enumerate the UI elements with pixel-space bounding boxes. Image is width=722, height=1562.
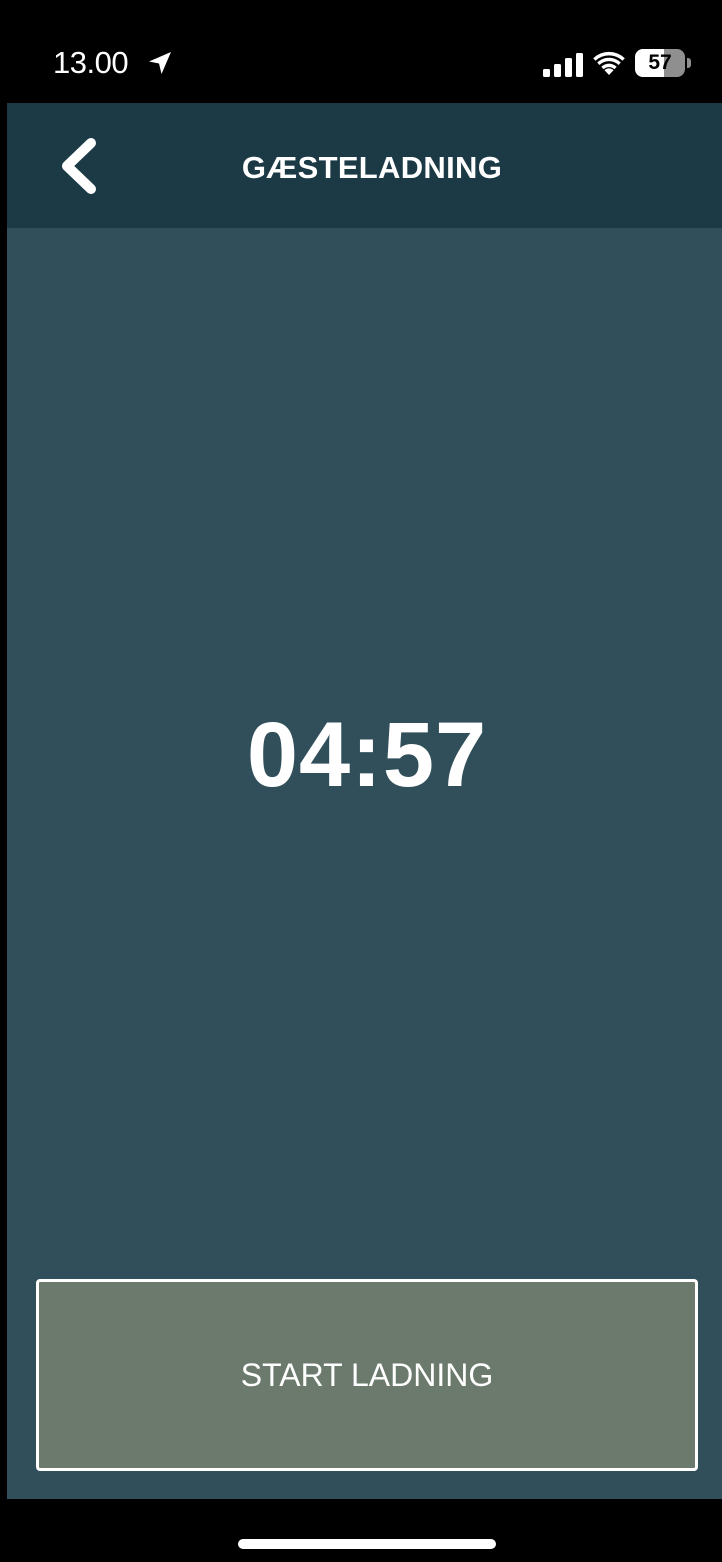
home-indicator-area xyxy=(7,1499,722,1562)
battery-nub xyxy=(687,58,691,68)
main-content: 04:57 START LADNING xyxy=(7,228,722,1499)
status-bar: 13.00 57 xyxy=(7,7,722,103)
status-time: 13.00 xyxy=(53,45,129,80)
chevron-left-icon xyxy=(62,138,96,194)
page-title: GÆSTELADNING xyxy=(241,150,503,185)
battery-body: 57 xyxy=(635,49,685,77)
countdown-timer: 04:57 xyxy=(246,704,488,806)
start-charging-button[interactable]: START LADNING xyxy=(36,1279,698,1471)
location-arrow-icon xyxy=(149,52,171,74)
wifi-icon xyxy=(593,51,625,75)
phone-screen: 13.00 57 GÆSTELADNING 04:57 START LADNIN… xyxy=(7,7,722,1562)
home-indicator[interactable] xyxy=(238,1539,496,1549)
battery-icon: 57 xyxy=(635,49,691,77)
cellular-signal-icon xyxy=(543,53,583,77)
navigation-bar: GÆSTELADNING xyxy=(7,103,722,228)
back-button[interactable] xyxy=(47,133,107,199)
battery-level: 57 xyxy=(648,51,672,74)
